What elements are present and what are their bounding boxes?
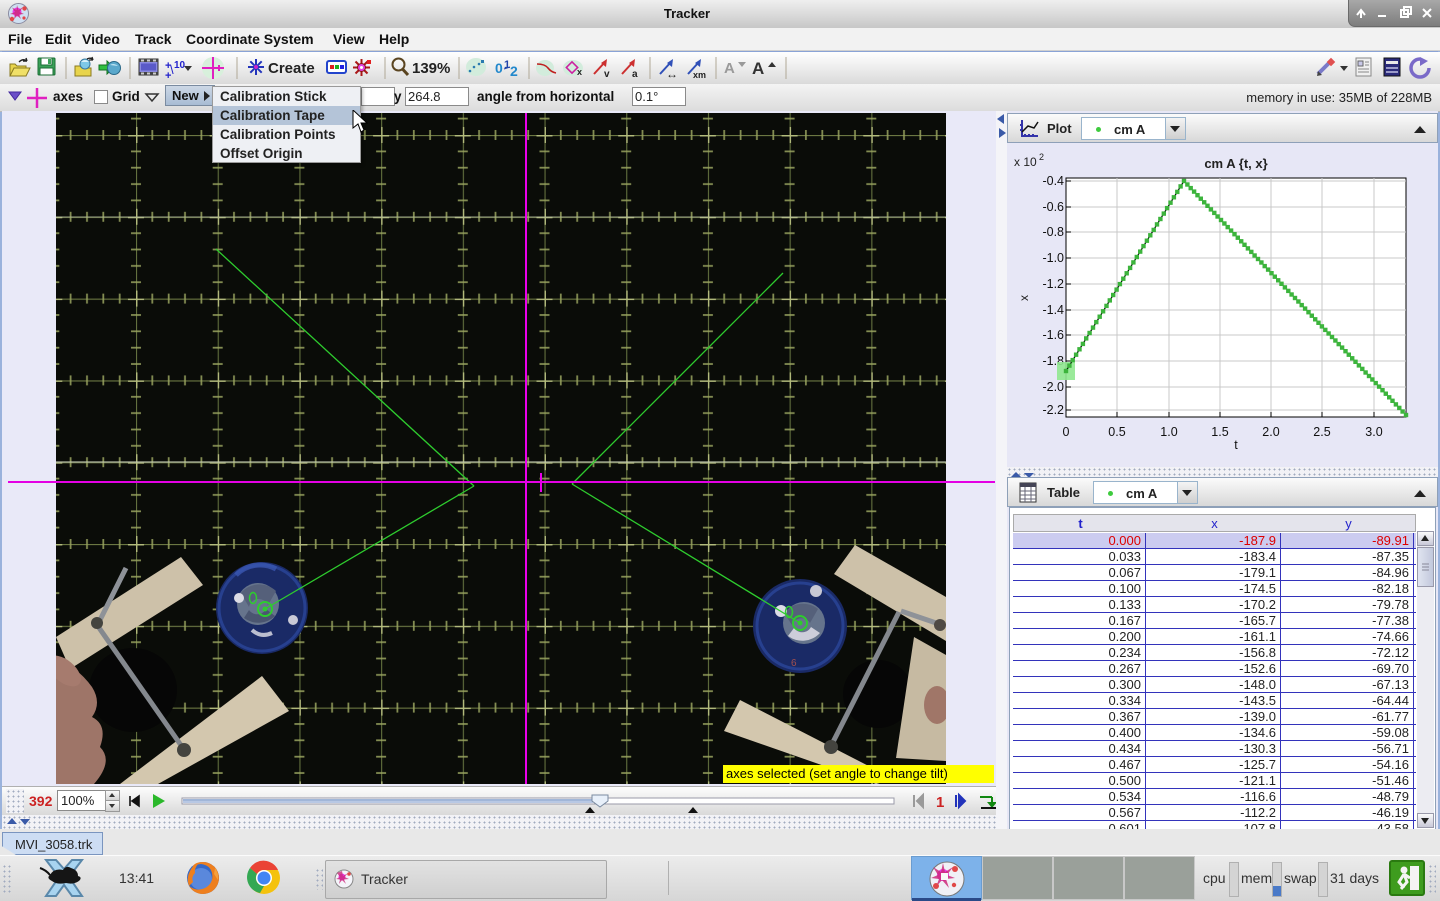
svg-text:A: A [752, 59, 764, 78]
svg-text:-1.2: -1.2 [1042, 277, 1064, 291]
svg-text:-1.4: -1.4 [1042, 303, 1064, 317]
svg-text:0.5: 0.5 [1108, 425, 1125, 439]
svg-text:Create: Create [268, 60, 315, 77]
svg-text:0: 0 [495, 60, 503, 76]
svg-text:0: 0 [1063, 425, 1070, 439]
svg-text:-0.8: -0.8 [1042, 225, 1064, 239]
svg-text:1.0: 1.0 [1160, 425, 1177, 439]
svg-text:139%: 139% [412, 60, 450, 77]
svg-text:2: 2 [1039, 152, 1044, 162]
svg-text:x: x [1017, 295, 1031, 301]
svg-text:6: 6 [791, 658, 797, 669]
svg-text:1.5: 1.5 [1211, 425, 1228, 439]
svg-text:↔: ↔ [666, 67, 678, 81]
svg-text:-1.6: -1.6 [1042, 328, 1064, 342]
svg-text:-2.2: -2.2 [1042, 403, 1064, 417]
svg-text:3.0: 3.0 [1365, 425, 1382, 439]
svg-text:1: 1 [936, 794, 944, 811]
svg-text:-2.0: -2.0 [1042, 380, 1064, 394]
svg-text:v: v [604, 69, 610, 80]
svg-text:2.5: 2.5 [1313, 425, 1330, 439]
svg-text:10: 10 [174, 60, 186, 71]
svg-text:2: 2 [510, 63, 518, 79]
svg-text:2.0: 2.0 [1262, 425, 1279, 439]
svg-text:a: a [632, 69, 638, 80]
svg-text:+: + [165, 70, 171, 82]
svg-text:-0.4: -0.4 [1042, 174, 1064, 188]
svg-text:-1.0: -1.0 [1042, 251, 1064, 265]
svg-text:x: x [577, 67, 582, 77]
svg-text:A: A [724, 60, 735, 77]
svg-text:-0.6: -0.6 [1042, 200, 1064, 214]
svg-text:t: t [1234, 438, 1238, 452]
svg-text:xm: xm [693, 70, 706, 80]
svg-text:cm A {t, x}: cm A {t, x} [1204, 156, 1267, 171]
svg-text:x 10: x 10 [1014, 155, 1037, 169]
